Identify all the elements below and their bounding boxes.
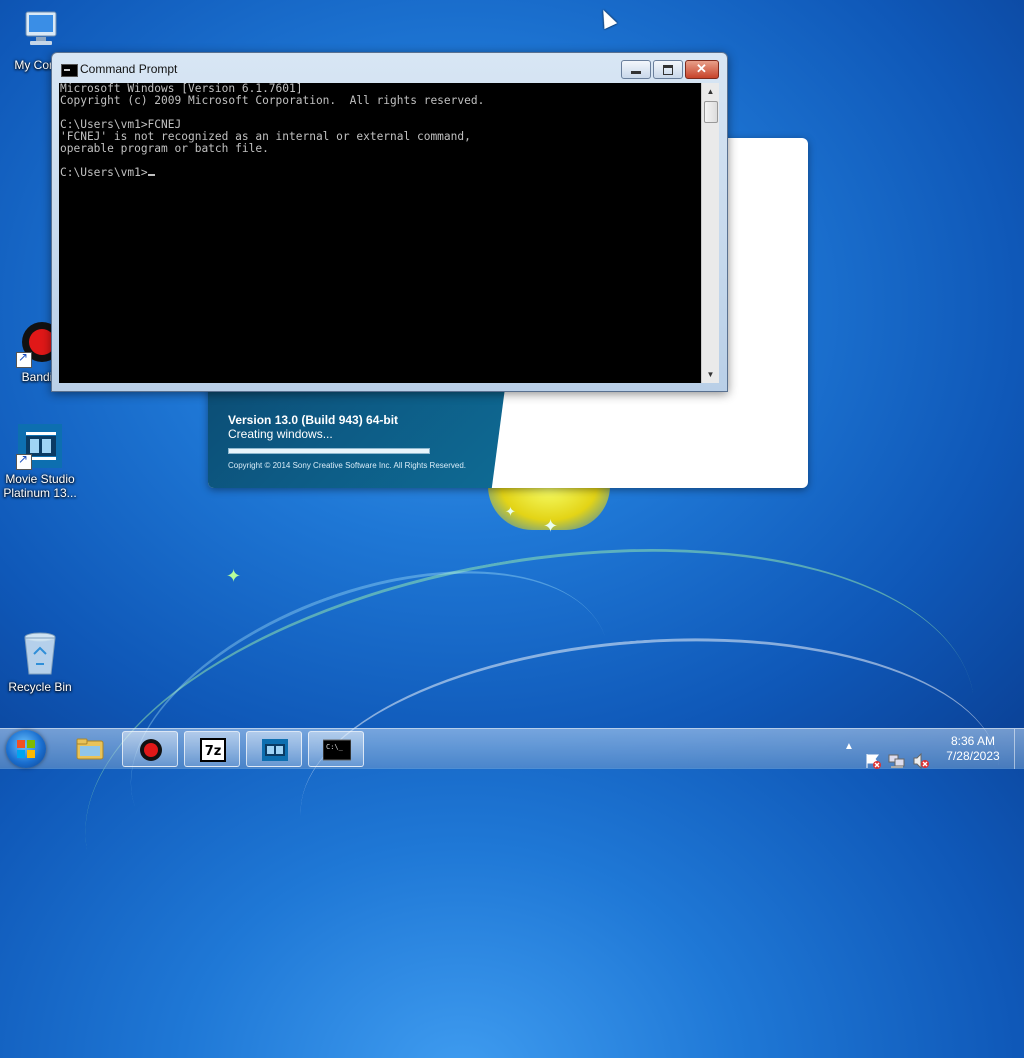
sparkle-icon: ✦ — [505, 504, 516, 519]
recycle-bin-icon — [16, 630, 64, 678]
minimize-button[interactable] — [621, 60, 651, 79]
vertical-scrollbar[interactable]: ▲ ▼ — [701, 83, 719, 383]
scroll-down-icon[interactable]: ▼ — [702, 366, 719, 383]
splash-copyright: Copyright © 2014 Sony Creative Software … — [228, 461, 467, 470]
taskbar-7zip[interactable]: 7z — [184, 731, 240, 767]
start-button[interactable] — [6, 730, 46, 768]
system-clock[interactable]: 8:36 AM 7/28/2023 — [930, 734, 1016, 764]
svg-text:7z: 7z — [205, 744, 222, 759]
clock-time: 8:36 AM — [950, 734, 996, 748]
console-icon — [61, 64, 78, 77]
console-prompt: C:\Users\vm1> — [60, 166, 148, 179]
7zip-icon: 7z — [200, 738, 226, 762]
shortcut-arrow-icon — [16, 452, 32, 470]
svg-text:C:\_: C:\_ — [326, 743, 344, 751]
desktop-icon-recycle-bin[interactable]: Recycle Bin — [0, 630, 80, 694]
windows-logo-icon — [17, 740, 35, 758]
command-prompt-window[interactable]: Command Prompt Microsoft Windows [Versio… — [51, 52, 728, 392]
shortcut-arrow-icon — [16, 350, 32, 368]
splash-progress-bar — [228, 448, 430, 454]
action-center-flag-icon[interactable] — [864, 741, 882, 781]
scroll-thumb[interactable] — [704, 101, 718, 123]
console-line: Copyright (c) 2009 Microsoft Corporation… — [60, 94, 485, 107]
network-icon[interactable] — [888, 741, 906, 781]
show-desktop-button[interactable] — [1014, 729, 1024, 769]
desktop-icon-movie-studio[interactable]: Movie Studio Platinum 13... — [0, 422, 80, 500]
scroll-up-icon[interactable]: ▲ — [702, 83, 719, 100]
taskbar: 7z C:\_ ▲ 8:36 AM 7/28/2023 — [0, 728, 1024, 770]
taskbar-command-prompt[interactable]: C:\_ — [308, 731, 364, 767]
sparkle-icon: ✦ — [543, 516, 559, 536]
film-strip-icon — [262, 739, 288, 761]
mouse-pointer-icon — [596, 6, 618, 30]
desktop-icon-label: Recycle Bin — [8, 680, 72, 694]
taskbar-movie-studio[interactable] — [246, 731, 302, 767]
splash-version: Version 13.0 (Build 943) 64-bit — [228, 413, 399, 427]
title-bar[interactable]: Command Prompt — [52, 53, 727, 83]
text-cursor — [147, 174, 155, 176]
console-line: operable program or batch file. — [60, 142, 269, 155]
maximize-button[interactable] — [653, 60, 683, 79]
volume-muted-icon[interactable] — [912, 741, 930, 781]
taskbar-bandicam[interactable] — [122, 731, 178, 767]
sparkle-icon: ✦ — [226, 566, 242, 586]
desktop-icon-label: Movie Studio Platinum 13... — [3, 472, 77, 500]
console-icon: C:\_ — [323, 739, 351, 761]
splash-status: Creating windows... — [228, 427, 333, 441]
window-title: Command Prompt — [80, 62, 178, 76]
clock-date: 7/28/2023 — [946, 749, 1000, 763]
film-strip-icon — [16, 422, 64, 470]
show-hidden-icons-icon[interactable]: ▲ — [844, 741, 854, 781]
console-output[interactable]: Microsoft Windows [Version 6.1.7601] Cop… — [59, 83, 701, 383]
record-icon — [140, 739, 162, 761]
close-button[interactable] — [685, 60, 719, 79]
folder-icon — [76, 738, 104, 760]
taskbar-explorer[interactable] — [62, 731, 118, 767]
computer-icon — [16, 8, 64, 56]
splash-progress-fill — [229, 449, 429, 453]
